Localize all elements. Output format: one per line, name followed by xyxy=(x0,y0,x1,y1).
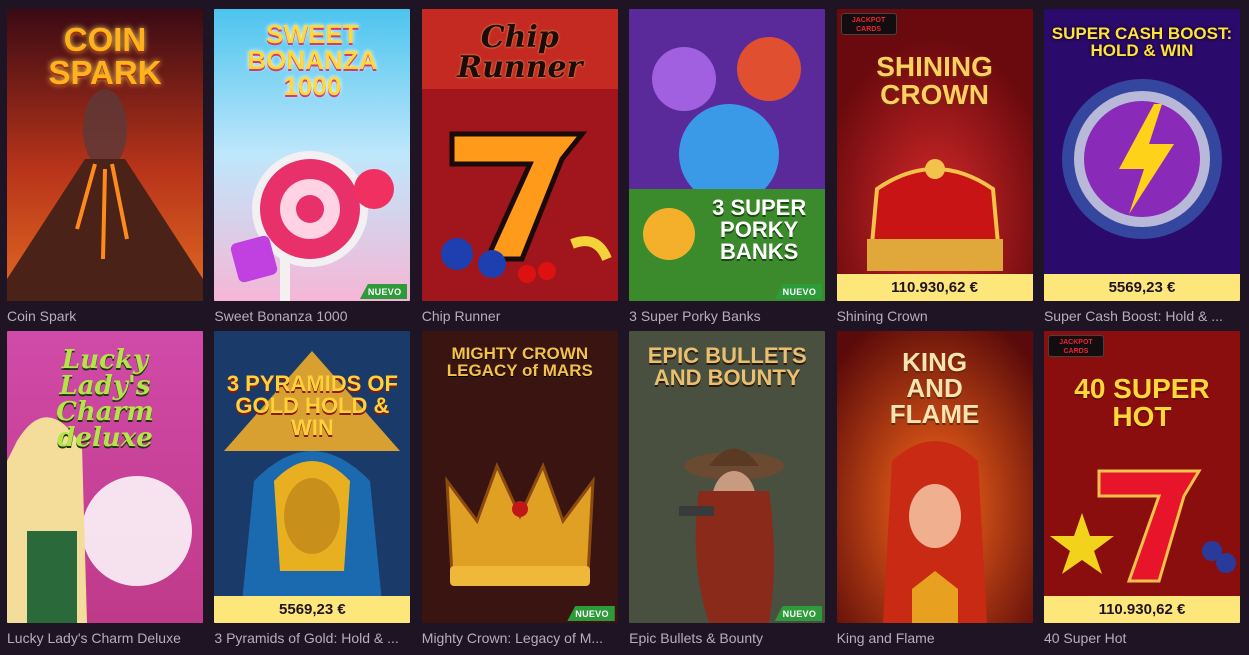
game-card[interactable]: EPIC BULLETS AND BOUNTY NUEVO Epic Bulle… xyxy=(629,331,826,647)
game-card[interactable]: COIN SPARK Coin Spark xyxy=(7,9,203,325)
game-card[interactable]: 3 SUPER PORKY BANKS NUEVO 3 Super Porky … xyxy=(629,9,826,325)
game-card[interactable]: JACKPOT CARDS 40 SUPER HOT 110.930,62 € 4… xyxy=(1043,331,1240,647)
jackpot-amount: 5569,23 € xyxy=(214,596,411,623)
game-logo: Chip Runner xyxy=(457,20,583,85)
game-logo: 3 PYRAMIDS OF GOLD HOLD & WIN xyxy=(226,371,398,440)
game-logo: EPIC BULLETS AND BOUNTY xyxy=(647,343,807,390)
game-card[interactable]: SWEET BONANZA 1000 NUEVO Sweet Bonanza 1… xyxy=(214,9,411,325)
jackpot-amount: 110.930,62 € xyxy=(1043,596,1240,623)
game-logo: 40 SUPER HOT xyxy=(1074,373,1210,432)
game-thumbnail[interactable]: EPIC BULLETS AND BOUNTY NUEVO xyxy=(629,331,826,623)
game-thumbnail[interactable]: KING AND FLAME xyxy=(836,331,1033,623)
game-title[interactable]: Mighty Crown: Legacy of M... xyxy=(422,630,618,647)
game-card[interactable]: Lucky Lady's Charm deluxe Lucky Lady's C… xyxy=(7,331,203,647)
new-badge: NUEVO xyxy=(359,284,408,299)
new-badge: NUEVO xyxy=(774,284,823,299)
game-logo: 3 SUPER PORKY BANKS xyxy=(712,195,807,264)
game-card[interactable]: 3 PYRAMIDS OF GOLD HOLD & WIN 5569,23 € … xyxy=(214,331,411,647)
game-thumbnail[interactable]: Lucky Lady's Charm deluxe xyxy=(7,331,203,623)
game-title[interactable]: Epic Bullets & Bounty xyxy=(629,630,825,647)
game-title[interactable]: Lucky Lady's Charm Deluxe xyxy=(7,630,203,647)
game-thumbnail[interactable]: COIN SPARK xyxy=(7,9,203,301)
game-thumbnail[interactable]: Chip Runner xyxy=(421,9,618,301)
game-thumbnail[interactable]: 3 SUPER PORKY BANKS NUEVO xyxy=(629,9,826,301)
game-logo: SUPER CASH BOOST: HOLD & WIN xyxy=(1051,24,1233,60)
game-title[interactable]: Sweet Bonanza 1000 xyxy=(214,308,410,325)
game-logo: Lucky Lady's Charm deluxe xyxy=(56,345,154,453)
jackpot-amount: 5569,23 € xyxy=(1043,274,1240,301)
game-title[interactable]: Super Cash Boost: Hold & ... xyxy=(1044,308,1240,325)
game-title[interactable]: 40 Super Hot xyxy=(1044,630,1240,647)
game-logo: COIN SPARK xyxy=(48,21,162,91)
new-badge: NUEVO xyxy=(567,606,615,621)
game-thumbnail[interactable]: SUPER CASH BOOST: HOLD & WIN 5569,23 € xyxy=(1043,9,1240,301)
jackpot-cards-logo: JACKPOT CARDS xyxy=(840,13,897,35)
jackpot-cards-logo: JACKPOT CARDS xyxy=(1047,335,1104,357)
game-card[interactable]: SUPER CASH BOOST: HOLD & WIN 5569,23 € S… xyxy=(1043,9,1240,325)
game-title[interactable]: Coin Spark xyxy=(7,308,203,325)
game-title[interactable]: 3 Pyramids of Gold: Hold & ... xyxy=(214,630,410,647)
games-grid: COIN SPARK Coin Spark SWEET BONANZA 1000… xyxy=(7,9,1240,647)
game-thumbnail[interactable]: JACKPOT CARDS SHINING CROWN 110.930,62 € xyxy=(836,9,1033,301)
game-thumbnail[interactable]: SWEET BONANZA 1000 NUEVO xyxy=(214,9,411,301)
game-title[interactable]: 3 Super Porky Banks xyxy=(629,308,825,325)
game-thumbnail[interactable]: JACKPOT CARDS 40 SUPER HOT 110.930,62 € xyxy=(1043,331,1240,623)
game-card[interactable]: JACKPOT CARDS SHINING CROWN 110.930,62 € … xyxy=(836,9,1033,325)
game-title[interactable]: Shining Crown xyxy=(837,308,1033,325)
game-logo: SHINING CROWN xyxy=(876,51,993,110)
jackpot-amount: 110.930,62 € xyxy=(836,274,1033,301)
game-logo: SWEET BONANZA 1000 xyxy=(247,19,378,101)
game-card[interactable]: MIGHTY CROWN LEGACY of MARS NUEVO Mighty… xyxy=(421,331,618,647)
game-thumbnail[interactable]: 3 PYRAMIDS OF GOLD HOLD & WIN 5569,23 € xyxy=(214,331,411,623)
game-title[interactable]: Chip Runner xyxy=(422,308,618,325)
game-card[interactable]: KING AND FLAME King and Flame xyxy=(836,331,1033,647)
new-badge: NUEVO xyxy=(774,606,823,621)
game-card[interactable]: Chip Runner Chip Runner xyxy=(421,9,618,325)
game-logo: KING AND FLAME xyxy=(889,347,980,429)
game-logo: MIGHTY CROWN LEGACY of MARS xyxy=(446,344,593,380)
game-thumbnail[interactable]: MIGHTY CROWN LEGACY of MARS NUEVO xyxy=(421,331,618,623)
game-title[interactable]: King and Flame xyxy=(837,630,1033,647)
